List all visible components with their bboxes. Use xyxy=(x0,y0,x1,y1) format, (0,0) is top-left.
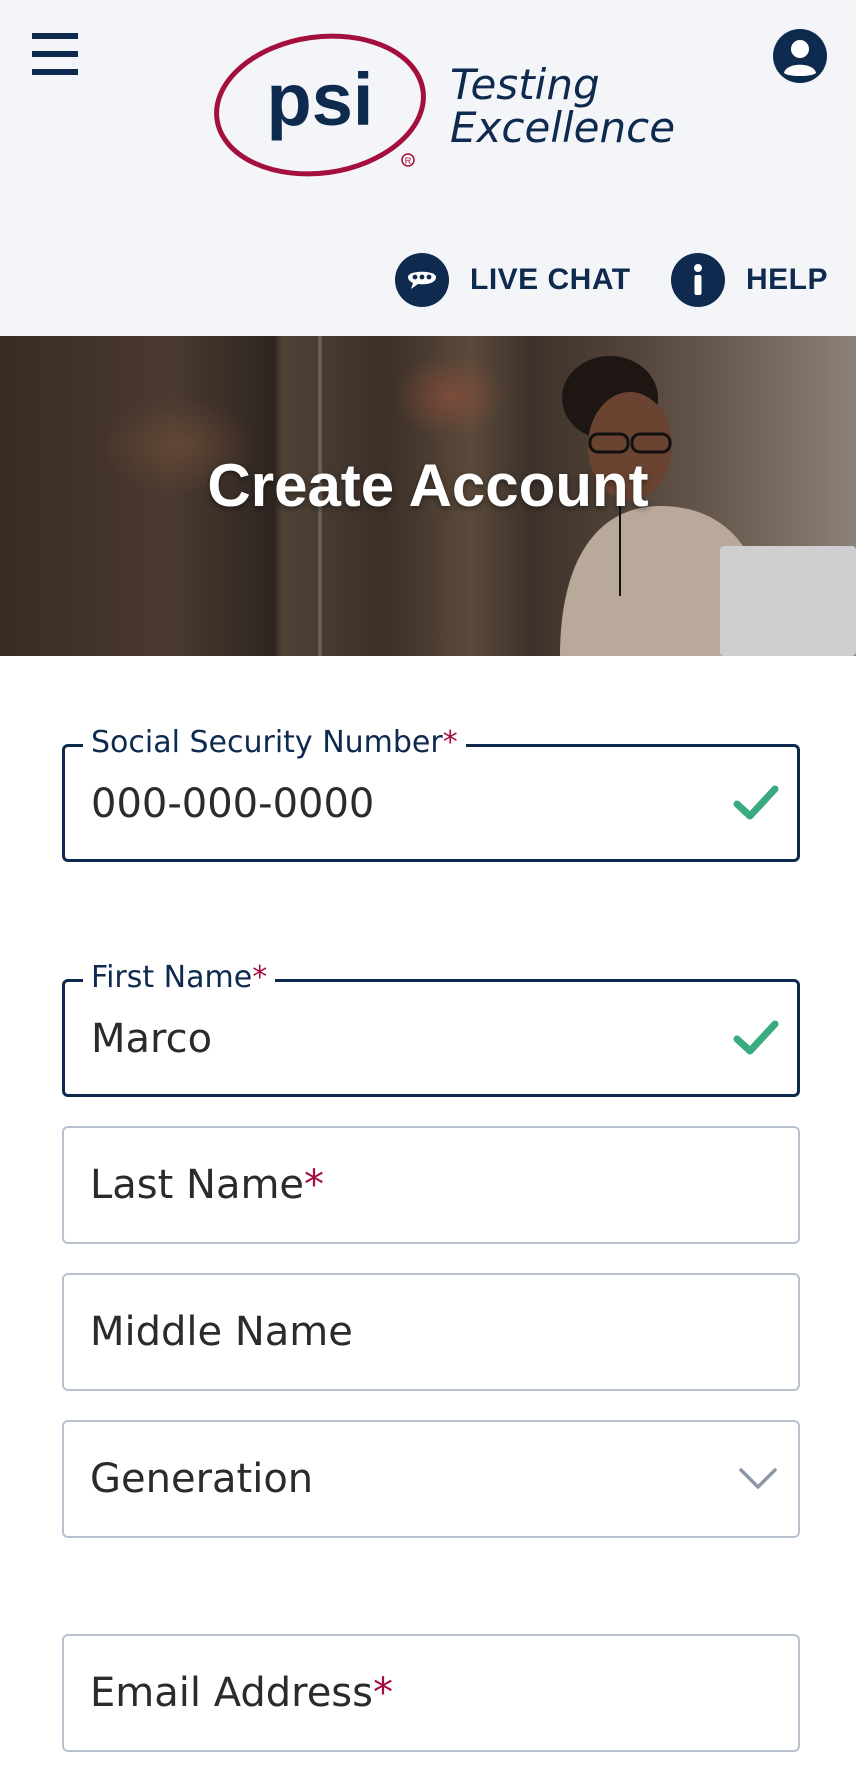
user-account-icon[interactable] xyxy=(772,28,828,84)
ssn-field[interactable]: Social Security Number* 000-000-0000 xyxy=(62,725,800,862)
email-placeholder-text: Email Address xyxy=(90,1670,373,1716)
last-name-placeholder-text: Last Name xyxy=(90,1162,305,1208)
chat-bubble-icon xyxy=(395,253,449,307)
email-field[interactable]: Email Address * xyxy=(62,1634,800,1752)
last-name-field[interactable]: Last Name * xyxy=(62,1126,800,1244)
required-asterisk: * xyxy=(442,725,458,760)
help-label: HELP xyxy=(746,263,829,296)
required-asterisk: * xyxy=(252,960,268,995)
info-icon xyxy=(671,253,725,307)
generation-placeholder: Generation xyxy=(90,1456,314,1502)
first-name-value: Marco xyxy=(91,1016,213,1062)
email-placeholder: Email Address * xyxy=(90,1636,393,1750)
page-title: Create Account xyxy=(207,452,649,519)
help-link[interactable]: HELP xyxy=(670,252,828,308)
required-asterisk: * xyxy=(373,1670,393,1716)
logo-tagline-line-2: Excellence xyxy=(450,103,676,152)
chevron-down-icon xyxy=(739,1468,777,1489)
menu-icon[interactable] xyxy=(32,33,78,79)
last-name-placeholder: Last Name * xyxy=(90,1128,324,1242)
first-name-field[interactable]: First Name* Marco xyxy=(62,960,800,1097)
psi-logo-mark-icon: psi R xyxy=(214,33,426,177)
ssn-value: 000-000-0000 xyxy=(91,781,375,827)
svg-text:R: R xyxy=(405,156,412,166)
live-chat-link[interactable]: LIVE CHAT xyxy=(394,252,631,308)
check-icon xyxy=(733,785,779,820)
live-chat-label: LIVE CHAT xyxy=(470,263,631,296)
middle-name-field[interactable]: Middle Name xyxy=(62,1273,800,1391)
generation-select[interactable]: Generation xyxy=(62,1420,800,1538)
psi-logo[interactable]: psi R Testing Excellence xyxy=(208,30,688,180)
app-header: psi R Testing Excellence LIVE CHAT HELP xyxy=(0,0,856,336)
check-icon xyxy=(733,1020,779,1055)
required-asterisk: * xyxy=(304,1162,325,1208)
hero-banner: Create Account xyxy=(0,336,856,656)
logo-tagline-line-1: Testing xyxy=(450,60,600,109)
middle-name-placeholder: Middle Name xyxy=(90,1309,353,1355)
logo-brand-text: psi xyxy=(267,58,374,141)
